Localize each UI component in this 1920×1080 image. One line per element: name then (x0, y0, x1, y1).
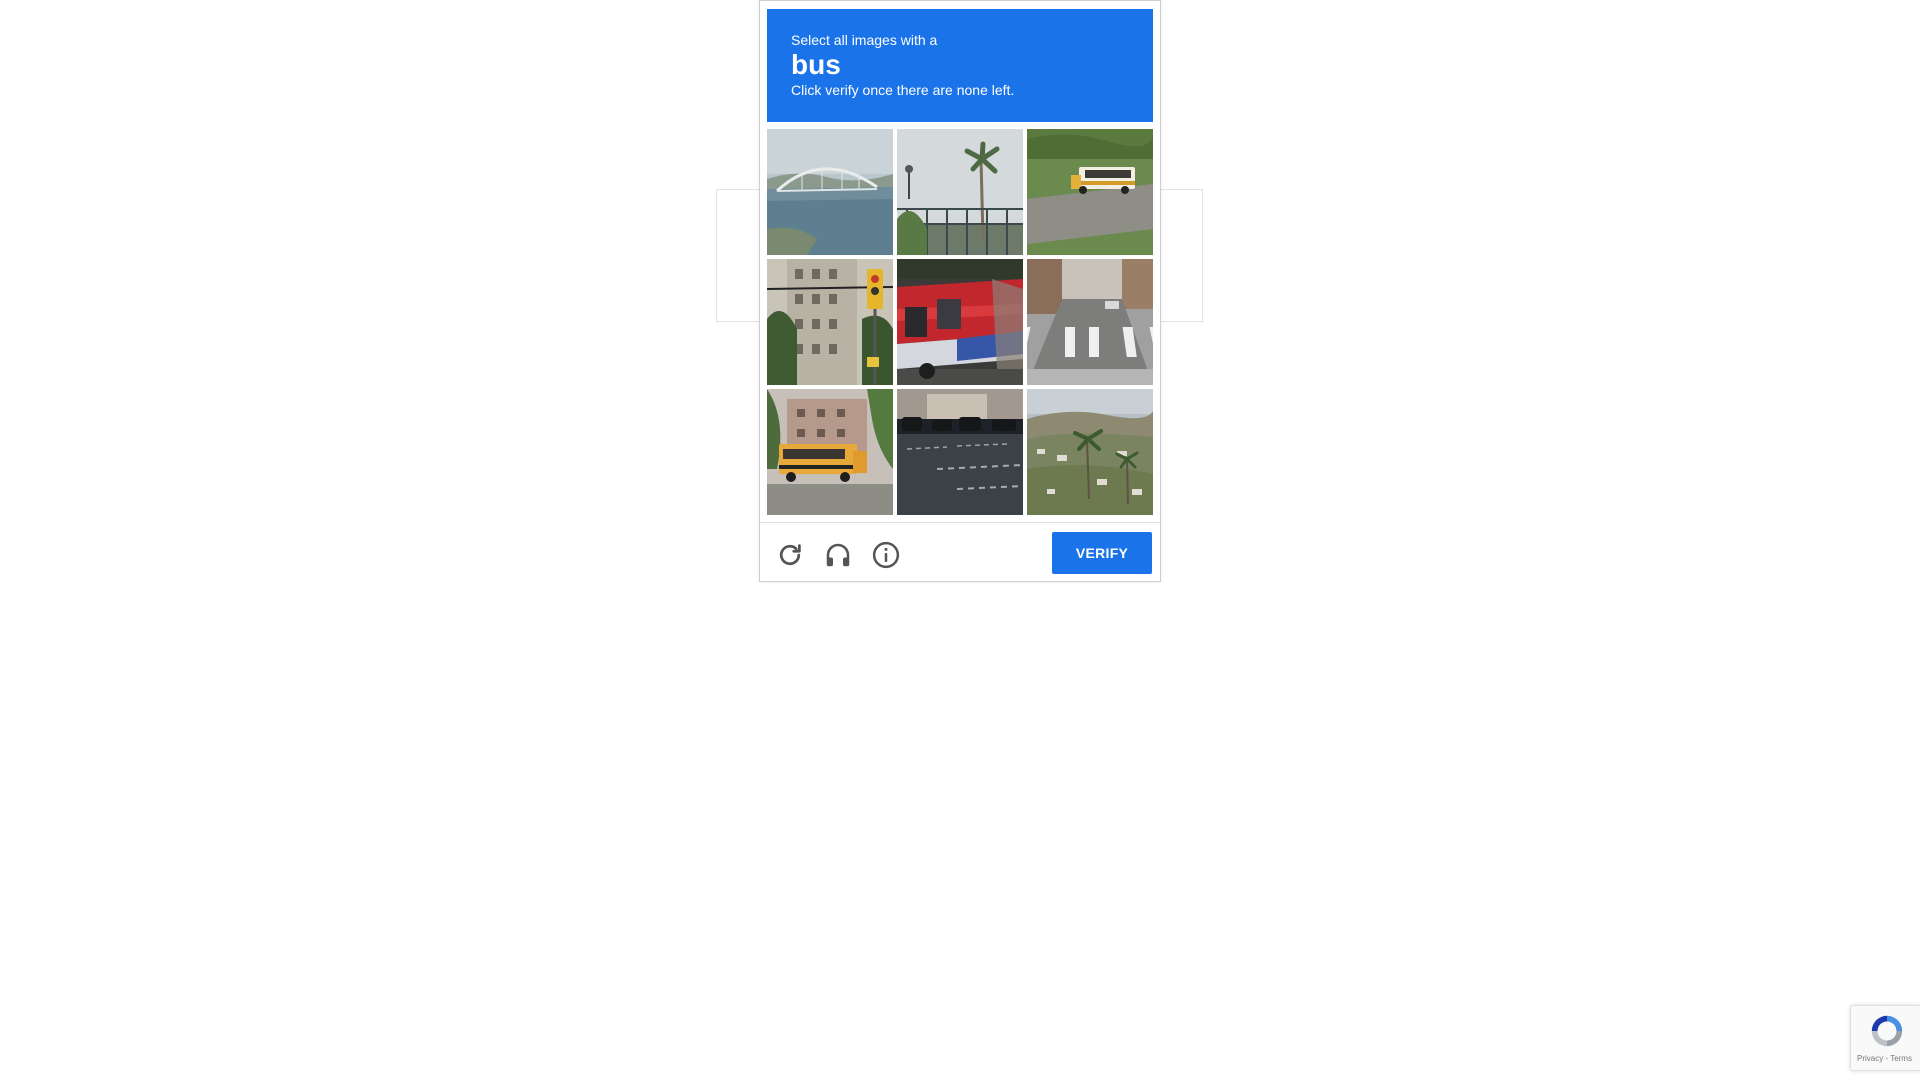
instruction-subtext: Click verify once there are none left. (791, 82, 1015, 98)
image-tile-5[interactable] (897, 259, 1023, 385)
hillside-palms-image (1027, 389, 1153, 515)
image-tile-8[interactable] (897, 389, 1023, 515)
challenge-header: Select all images with a bus Click verif… (767, 9, 1153, 122)
bridge-river-image (767, 129, 893, 255)
audio-challenge-button[interactable] (821, 538, 855, 572)
instruction-text: Select all images with a (791, 32, 938, 48)
info-icon (872, 541, 900, 569)
red-bus-image (897, 259, 1023, 385)
school-bus-building-image (767, 389, 893, 515)
school-bus-road-image (1027, 129, 1153, 255)
verify-button[interactable]: VERIFY (1052, 532, 1152, 574)
image-tile-4[interactable] (767, 259, 893, 385)
street-parked-cars-image (897, 389, 1023, 515)
image-tile-1[interactable] (767, 129, 893, 255)
image-grid (767, 129, 1153, 515)
image-tile-6[interactable] (1027, 259, 1153, 385)
image-tile-7[interactable] (767, 389, 893, 515)
recaptcha-logo-icon (1871, 1015, 1903, 1047)
image-tile-3[interactable] (1027, 129, 1153, 255)
image-tile-2[interactable] (897, 129, 1023, 255)
crosswalk-image (1027, 259, 1153, 385)
target-object-label: bus (791, 49, 841, 80)
privacy-terms-link[interactable]: Privacy - Terms (1857, 1054, 1912, 1063)
image-tile-9[interactable] (1027, 389, 1153, 515)
help-button[interactable] (869, 538, 903, 572)
building-traffic-light-image (767, 259, 893, 385)
footer-divider (760, 522, 1160, 523)
reload-icon (779, 544, 801, 566)
reload-button[interactable] (773, 538, 807, 572)
palm-fence-image (897, 129, 1023, 255)
headphones-icon (826, 543, 850, 567)
recaptcha-badge[interactable]: Privacy - Terms (1850, 1005, 1920, 1071)
recaptcha-challenge-dialog: Select all images with a bus Click verif… (759, 0, 1161, 582)
